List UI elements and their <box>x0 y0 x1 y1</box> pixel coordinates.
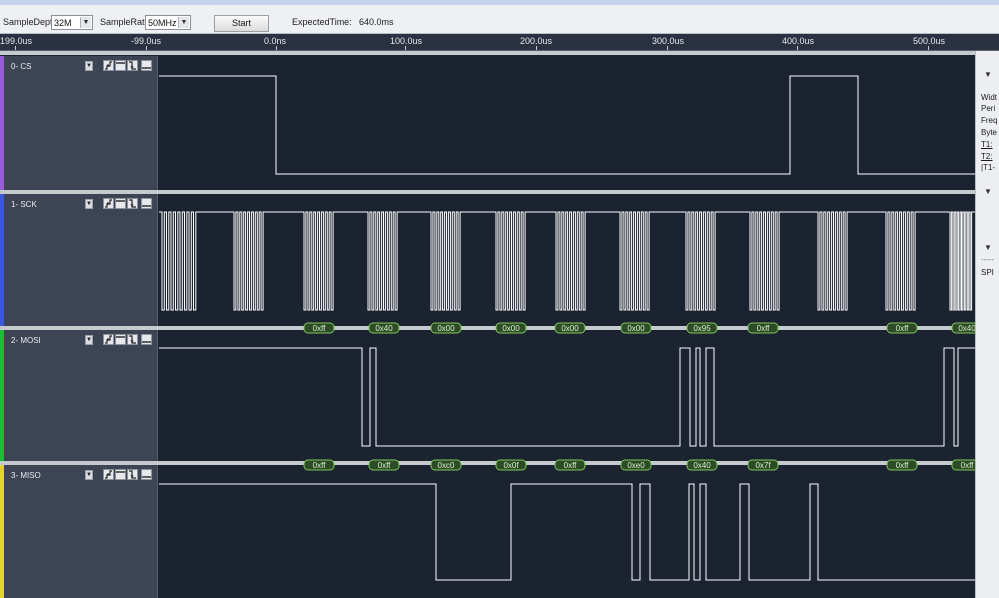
miso-waveform <box>159 483 975 581</box>
measure-width-label: Widt <box>981 93 997 102</box>
mosi-decode-value: 0x95 <box>693 324 711 333</box>
miso-decode-value: 0xff <box>378 461 392 470</box>
miso-decode-value: 0xff <box>896 461 910 470</box>
miso-decode-value: 0xc0 <box>438 461 455 470</box>
mosi-waveform <box>159 347 975 447</box>
mosi-decode-value: 0x00 <box>502 324 520 333</box>
mosi-decode-value: 0x40 <box>375 324 393 333</box>
miso-decode-value: 0xe0 <box>627 461 645 470</box>
miso-decode-value: 0x7f <box>755 461 771 470</box>
sck-waveform <box>159 211 975 311</box>
mosi-decode-value: 0x00 <box>437 324 455 333</box>
triangle-down-icon[interactable]: ▼ <box>984 187 992 196</box>
measure-frequency-label: Freq <box>981 116 998 125</box>
miso-decode-value: 0xff <box>564 461 578 470</box>
cs-waveform <box>159 75 975 175</box>
mosi-decode-value: 0x00 <box>627 324 645 333</box>
miso-decode-value: 0xff <box>313 461 327 470</box>
protocol-label: SPI <box>981 268 994 277</box>
mosi-decode-value: 0xff <box>313 324 327 333</box>
mosi-decode-value: 0xff <box>757 324 771 333</box>
measure-bytes-label: Byte <box>981 128 998 137</box>
cursor-t2-link[interactable]: T2: <box>981 152 993 161</box>
miso-decode-value: 0x40 <box>693 461 711 470</box>
miso-decode-value: 0xff <box>961 461 975 470</box>
triangle-down-icon[interactable]: ▼ <box>984 70 992 79</box>
measure-period-label: Peri <box>981 104 996 113</box>
triangle-down-icon[interactable]: ▼ <box>984 243 992 252</box>
mosi-decode-value: 0x00 <box>561 324 579 333</box>
cursor-delta-label: |T1- <box>981 163 996 172</box>
waveform-area[interactable]: 0xff 0x40 0x00 0x00 0x00 0x00 0x95 0xff 0xff 0x40… <box>0 0 975 598</box>
mosi-decode-value: 0xff <box>896 324 910 333</box>
panel-divider: ----- <box>981 255 995 264</box>
miso-decode-value: 0x0f <box>503 461 519 470</box>
mosi-decode-value: 0x40 <box>958 324 975 333</box>
cursor-t1-link[interactable]: T1: <box>981 140 993 149</box>
measurement-side-panel: ▼ Widt Peri Freq Byte T1: T2: |T1- ▼ ▼ -… <box>975 51 999 598</box>
